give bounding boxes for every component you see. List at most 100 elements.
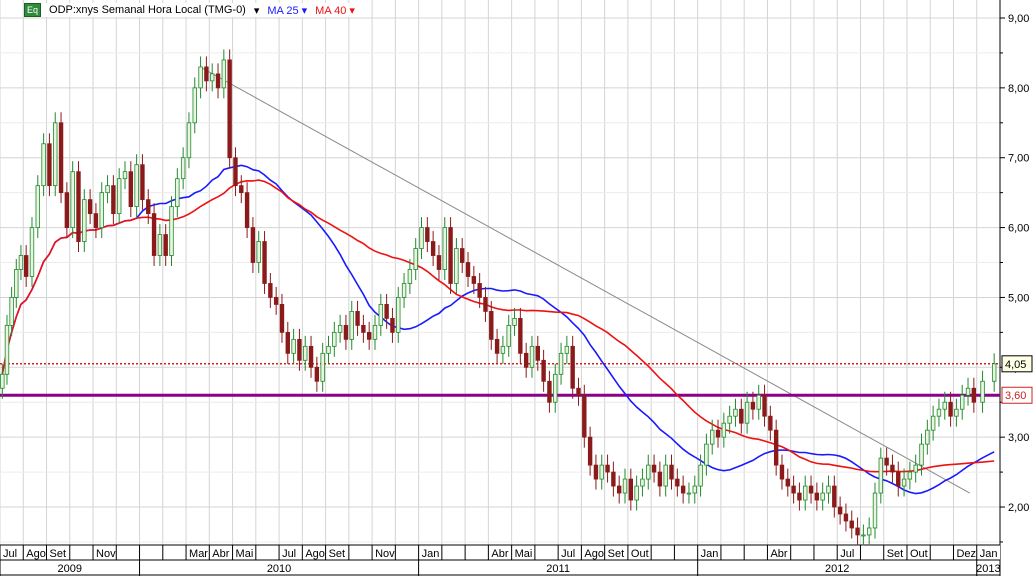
month-label: Mai [515, 548, 533, 560]
candle-body [29, 227, 35, 277]
month-label: Jul [3, 548, 17, 560]
year-label: 2011 [546, 563, 570, 575]
candle-body [465, 262, 471, 277]
month-label: Set [50, 548, 67, 560]
price-chart[interactable]: 2,003,004,005,006,007,008,009,00JulAgoSe… [0, 0, 1036, 576]
candle-body [343, 324, 349, 340]
candle-body [180, 157, 186, 180]
last-price-tag: 4,05 [1005, 359, 1026, 371]
candle-body [991, 363, 997, 382]
month-label: Set [329, 548, 346, 560]
candle-body [646, 464, 651, 480]
candle-body [849, 520, 854, 529]
candle-body [611, 471, 616, 487]
ma40-legend[interactable]: MA 40 ▾ [315, 4, 355, 17]
candle-body [779, 464, 785, 480]
candle-body [82, 199, 87, 242]
month-label: Abr [491, 548, 508, 560]
month-label: Mai [236, 548, 254, 560]
candle-body [128, 171, 134, 208]
candle-body [587, 436, 593, 466]
year-label: 2013 [976, 563, 1000, 575]
candle-body [855, 527, 860, 536]
support-price-tag: 3,60 [1005, 390, 1026, 402]
candle-body [925, 429, 930, 445]
candle-body [332, 331, 337, 347]
candle-body [460, 248, 465, 263]
candle-body [111, 185, 116, 215]
candle-body [262, 241, 267, 284]
candle-body [803, 485, 808, 501]
month-label: Mar [189, 548, 208, 560]
candle-body [361, 324, 366, 333]
candle-body [980, 380, 985, 403]
candle-body [151, 213, 157, 256]
candle-body [890, 464, 895, 473]
candle-body [349, 311, 354, 340]
candle-body [605, 464, 610, 473]
candle-body [721, 422, 727, 438]
candle-body [750, 401, 756, 410]
candle-body [663, 464, 668, 487]
candle-body [727, 415, 732, 424]
month-label: Jul [282, 548, 296, 560]
candle-body [23, 255, 29, 277]
candle-body [0, 373, 5, 389]
candle-body [768, 415, 773, 431]
candle-body [425, 227, 430, 242]
y-tick-label: 6,00 [1008, 223, 1029, 235]
candle-body [337, 324, 343, 333]
candle-body [715, 429, 721, 438]
candle-body [843, 513, 849, 522]
y-tick-label: 9,00 [1008, 13, 1029, 25]
y-tick-label: 2,00 [1008, 502, 1029, 514]
candle-body [454, 248, 459, 284]
candle-body [710, 429, 715, 445]
symbol-label[interactable]: ODP:xnys Semanal Hora Local (TMG-0) [49, 4, 246, 16]
candle-body [896, 471, 901, 487]
candle-body [436, 255, 442, 270]
candle-body [820, 492, 825, 501]
month-label: Jul [561, 548, 575, 560]
year-label: 2012 [825, 563, 849, 575]
candle-body [878, 457, 884, 494]
candle-body [832, 485, 837, 508]
candle-body [308, 345, 314, 368]
candle-body [87, 199, 93, 215]
month-label: Jan [980, 548, 998, 560]
candle-body [541, 359, 546, 382]
candle-body [593, 464, 599, 480]
candle-body [186, 122, 192, 159]
candle-body [680, 485, 686, 494]
candle-body [390, 317, 395, 333]
candle-body [965, 387, 971, 396]
candle-body [762, 394, 767, 417]
candle-body [297, 338, 302, 361]
candle-body [140, 164, 145, 201]
candle-body [314, 366, 320, 382]
candle-body [58, 122, 64, 194]
y-tick-label: 8,00 [1008, 83, 1029, 95]
chart-legend: Eq ODP:xnys Semanal Hora Local (TMG-0) ▾… [24, 3, 359, 17]
candle-body [273, 297, 279, 305]
candle-body [355, 311, 360, 326]
candle-body [913, 464, 918, 473]
y-tick-label: 7,00 [1008, 153, 1029, 165]
candle-body [628, 478, 634, 501]
month-label: Jul [840, 548, 854, 560]
candle-body [99, 192, 104, 228]
candle-body [239, 185, 244, 194]
candle-body [692, 485, 697, 494]
year-label: 2009 [58, 563, 82, 575]
candle-body [657, 471, 663, 487]
ma25-legend[interactable]: MA 25 ▾ [267, 4, 307, 17]
candle-body [535, 345, 540, 361]
candle-body [686, 492, 692, 495]
candle-body [401, 283, 407, 298]
month-label: Dez [956, 548, 976, 560]
candle-body [872, 492, 878, 529]
symbol-dropdown-icon[interactable]: ▾ [254, 4, 260, 17]
month-label: Jan [422, 548, 440, 560]
candle-body [303, 345, 308, 361]
month-label: Nov [375, 548, 395, 560]
